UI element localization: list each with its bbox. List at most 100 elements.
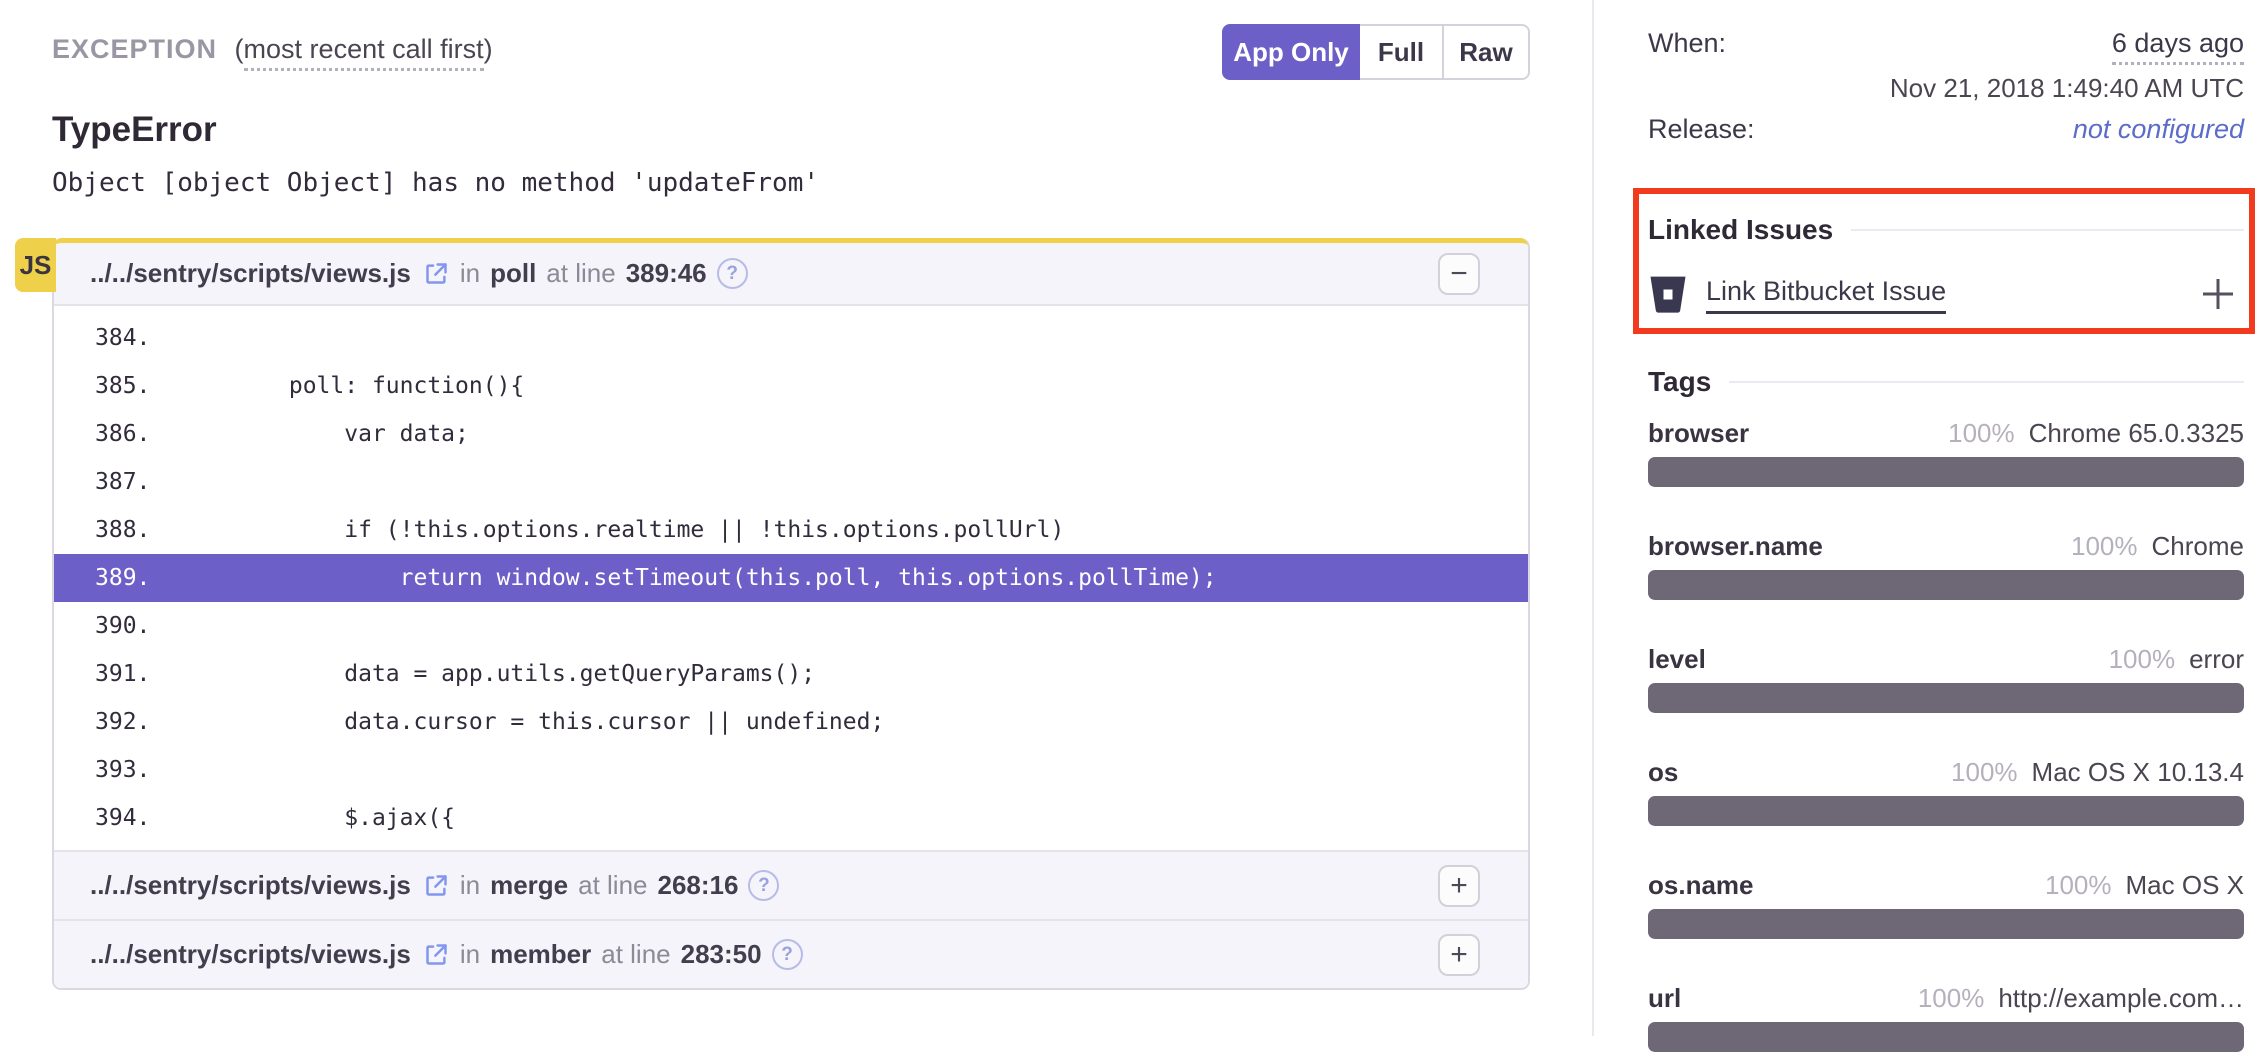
expand-frame-button[interactable]: + (1438, 865, 1480, 907)
frame-atline-label: at line (578, 870, 647, 901)
code-line: 392. data.cursor = this.cursor || undefi… (54, 698, 1528, 746)
release-label: Release: (1648, 114, 1755, 145)
platform-js-badge: JS (15, 238, 56, 292)
help-icon[interactable]: ? (772, 939, 803, 970)
exception-label: EXCEPTION (52, 34, 217, 64)
toggle-full-button[interactable]: Full (1360, 24, 1444, 80)
sidebar-divider (1592, 0, 1594, 1036)
call-order-note[interactable]: (most recent call first) (235, 34, 493, 71)
external-link-icon[interactable] (423, 941, 450, 968)
heading-rule (1729, 381, 2244, 383)
tag-percent: 100% (2109, 644, 2176, 675)
tag-row: browser 100% Chrome 65.0.3325 (1648, 418, 2244, 487)
exception-section-title: EXCEPTION (most recent call first) (52, 34, 493, 65)
frame-filename[interactable]: ../../sentry/scripts/views.js (90, 939, 411, 970)
tag-row: os.name 100% Mac OS X (1648, 870, 2244, 939)
tag-percent: 100% (2045, 870, 2112, 901)
frame-filename[interactable]: ../../sentry/scripts/views.js (90, 870, 411, 901)
code-line: 387. (54, 458, 1528, 506)
release-value: not configured (2073, 114, 2244, 145)
tag-key[interactable]: level (1648, 644, 2109, 675)
link-bitbucket-issue-link[interactable]: Link Bitbucket Issue (1706, 276, 1946, 314)
frame-atline-label: at line (601, 939, 670, 970)
tag-value[interactable]: Chrome 65.0.3325 (2029, 418, 2244, 449)
code-line: 385. poll: function(){ (54, 362, 1528, 410)
plus-icon (2200, 276, 2236, 312)
exception-panel: EXCEPTION (most recent call first) App O… (0, 0, 1592, 1036)
tag-row: os 100% Mac OS X 10.13.4 (1648, 757, 2244, 826)
add-linked-issue-button[interactable] (2200, 276, 2236, 312)
tag-percent: 100% (1948, 418, 2015, 449)
tags-heading: Tags (1648, 366, 2244, 398)
frame-header-merge[interactable]: ../../sentry/scripts/views.js in merge a… (54, 850, 1528, 919)
help-icon[interactable]: ? (748, 870, 779, 901)
linked-issues-section: Linked Issues Link Bitbucket Issue (1648, 214, 2244, 318)
tag-value[interactable]: http://example.com… (1998, 983, 2244, 1014)
frame-atline-label: at line (546, 258, 615, 289)
tag-value[interactable]: Mac OS X 10.13.4 (2032, 757, 2244, 788)
stacktrace-view-toggle: App Only Full Raw (1222, 24, 1530, 80)
external-link-icon[interactable] (423, 872, 450, 899)
frame-function: poll (490, 258, 536, 289)
tag-distribution-bar (1648, 570, 2244, 600)
when-relative-time[interactable]: 6 days ago (2112, 28, 2244, 65)
tag-key[interactable]: url (1648, 983, 1918, 1014)
event-sidebar: When: 6 days ago Nov 21, 2018 1:49:40 AM… (1648, 0, 2244, 1036)
tag-distribution-bar (1648, 457, 2244, 487)
tag-percent: 100% (1951, 757, 2018, 788)
frame-filename[interactable]: ../../sentry/scripts/views.js (90, 258, 411, 289)
tag-key[interactable]: os.name (1648, 870, 2045, 901)
tag-key[interactable]: os (1648, 757, 1951, 788)
frame-lineno: 268:16 (658, 870, 739, 901)
bitbucket-icon (1648, 274, 1688, 316)
frame-lineno: 283:50 (681, 939, 762, 970)
frame-in-label: in (460, 258, 480, 289)
code-line: 384. (54, 314, 1528, 362)
when-absolute-time: Nov 21, 2018 1:49:40 AM UTC (1648, 73, 2244, 104)
tag-key[interactable]: browser (1648, 418, 1948, 449)
help-icon[interactable]: ? (717, 258, 748, 289)
tag-value[interactable]: error (2189, 644, 2244, 675)
source-context: 384. 385. poll: function(){386. var data… (54, 306, 1528, 850)
tag-percent: 100% (2071, 531, 2138, 562)
tag-value[interactable]: Mac OS X (2126, 870, 2244, 901)
tag-row: url 100% http://example.com… (1648, 983, 2244, 1052)
tag-value[interactable]: Chrome (2152, 531, 2244, 562)
linked-issues-heading: Linked Issues (1648, 214, 2244, 246)
code-line: 393. (54, 746, 1528, 794)
tag-row: browser.name 100% Chrome (1648, 531, 2244, 600)
frame-function: member (490, 939, 591, 970)
tag-distribution-bar (1648, 796, 2244, 826)
collapse-frame-button[interactable]: − (1438, 253, 1480, 295)
frame-header-poll[interactable]: ../../sentry/scripts/views.js in poll at… (54, 238, 1528, 306)
toggle-raw-button[interactable]: Raw (1444, 24, 1530, 80)
heading-rule (1851, 229, 2244, 231)
frame-in-label: in (460, 939, 480, 970)
release-row: Release: not configured (1648, 114, 2244, 145)
when-row: When: 6 days ago (1648, 28, 2244, 65)
frame-function: merge (490, 870, 568, 901)
tag-distribution-bar (1648, 1022, 2244, 1052)
link-bitbucket-row: Link Bitbucket Issue (1648, 272, 2244, 318)
call-order-note-text[interactable]: most recent call first (244, 34, 484, 71)
tag-percent: 100% (1918, 983, 1985, 1014)
stacktrace-frames: JS ../../sentry/scripts/views.js in poll… (52, 238, 1530, 990)
tag-distribution-bar (1648, 683, 2244, 713)
code-line-highlighted: 389. return window.setTimeout(this.poll,… (54, 554, 1528, 602)
toggle-app-only-button[interactable]: App Only (1222, 24, 1360, 80)
exception-message: Object [object Object] has no method 'up… (52, 168, 819, 198)
tag-key[interactable]: browser.name (1648, 531, 2071, 562)
exception-type: TypeError (52, 110, 217, 150)
external-link-icon[interactable] (423, 260, 450, 287)
frame-header-member[interactable]: ../../sentry/scripts/views.js in member … (54, 919, 1528, 988)
expand-frame-button[interactable]: + (1438, 934, 1480, 976)
when-label: When: (1648, 28, 1726, 59)
frame-in-label: in (460, 870, 480, 901)
frame-lineno: 389:46 (626, 258, 707, 289)
code-line: 391. data = app.utils.getQueryParams(); (54, 650, 1528, 698)
code-line: 386. var data; (54, 410, 1528, 458)
code-line: 388. if (!this.options.realtime || !this… (54, 506, 1528, 554)
tag-list: browser 100% Chrome 65.0.3325 browser.na… (1648, 418, 2244, 1052)
tags-section: Tags browser 100% Chrome 65.0.3325 brows… (1648, 366, 2244, 1052)
code-line: 390. (54, 602, 1528, 650)
